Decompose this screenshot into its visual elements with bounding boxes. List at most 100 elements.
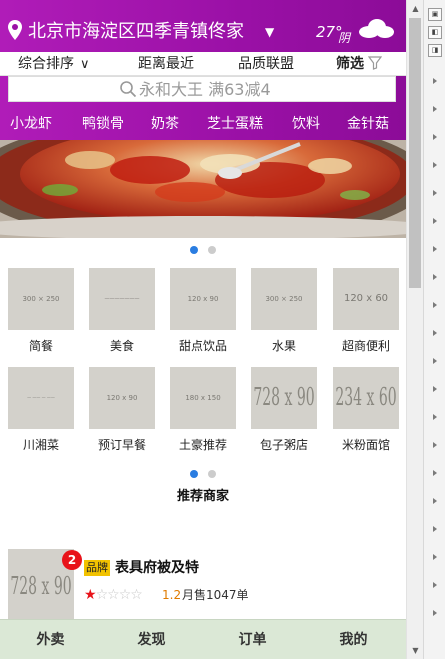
banner-food-illustration	[0, 140, 406, 238]
grid-item-food[interactable]: ——————— 美食	[89, 268, 155, 353]
grid-item-image: 120 x 60	[333, 268, 399, 330]
search-box[interactable]	[8, 76, 396, 102]
dock-left-icon[interactable]: ◧	[428, 26, 442, 39]
grid-item-buns-porridge[interactable]: 728 x 90 包子粥店	[251, 367, 317, 452]
sort-comprehensive-label: 综合排序	[18, 56, 74, 72]
expand-arrow-icon[interactable]	[433, 414, 437, 420]
expand-arrow-icon[interactable]	[433, 134, 437, 140]
expand-arrow-icon[interactable]	[433, 610, 437, 616]
grid-item-image: 234 x 60	[333, 367, 399, 429]
sort-comprehensive-button[interactable]: 综合排序 ∨	[18, 53, 90, 76]
grid-item-noodles[interactable]: 234 x 60 米粉面馆	[333, 367, 399, 452]
grid-dot-1[interactable]	[190, 470, 198, 478]
category-strip: 小龙虾 鸭锁骨 奶茶 芝士蛋糕 饮料 金针菇	[0, 112, 406, 138]
expand-arrow-icon[interactable]	[433, 554, 437, 560]
chevron-down-icon: ∨	[80, 57, 90, 72]
location-address[interactable]: 北京市海淀区四季青镇佟家	[28, 20, 244, 44]
grid-item-label: 超商便利	[341, 339, 390, 353]
quality-alliance-button[interactable]: 品质联盟	[238, 53, 294, 75]
search-input[interactable]	[139, 77, 389, 101]
location-dropdown-caret-icon[interactable]: ▼	[265, 22, 274, 42]
grid-item-fruit[interactable]: 300 × 250 水果	[251, 268, 317, 353]
grid-item-label: 米粉面馆	[341, 438, 390, 452]
grid-item-convenience[interactable]: 120 x 60 超商便利	[333, 268, 399, 353]
scroll-up-arrow-icon[interactable]: ▲	[407, 0, 424, 17]
cart-count-badge: 2	[62, 550, 82, 570]
grid-item-image: 180 x 150	[170, 367, 236, 429]
star-icon: ★	[84, 587, 97, 603]
scroll-down-arrow-icon[interactable]: ▼	[407, 642, 424, 659]
dock-right-icon[interactable]: ◨	[428, 44, 442, 57]
tab-discover[interactable]: 发现	[101, 620, 202, 659]
search-icon	[120, 81, 137, 98]
vertical-scrollbar[interactable]: ▲ ▼	[406, 0, 423, 659]
grid-item-image: 728 x 90	[251, 367, 317, 429]
star-rating: ★☆☆☆☆	[84, 587, 143, 603]
app-viewport: 北京市海淀区四季青镇佟家 ▼ 27° 阴 综合排序 ∨ 距离最近 品质联盟 筛选	[0, 0, 406, 659]
merchant-name[interactable]: 表具府被及特	[115, 558, 199, 578]
tab-takeout[interactable]: 外卖	[0, 620, 101, 659]
category-cheesecake[interactable]: 芝士蛋糕	[207, 112, 263, 136]
grid-item-label: 美食	[109, 339, 134, 353]
expand-arrow-icon[interactable]	[433, 330, 437, 336]
star-empty-icon: ☆	[130, 587, 143, 603]
expand-arrow-icon[interactable]	[433, 162, 437, 168]
expand-arrow-icon[interactable]	[433, 582, 437, 588]
expand-arrow-icon[interactable]	[433, 246, 437, 252]
expand-arrow-icon[interactable]	[433, 106, 437, 112]
panel-toggle-icon[interactable]: ▣	[428, 8, 442, 21]
banner-carousel-dots	[190, 246, 220, 256]
expand-arrow-icon[interactable]	[433, 302, 437, 308]
star-empty-icon: ☆	[118, 587, 132, 603]
expand-arrow-icon[interactable]	[433, 442, 437, 448]
grid-dot-2[interactable]	[208, 470, 216, 478]
header-bar: 北京市海淀区四季青镇佟家 ▼ 27° 阴	[0, 0, 406, 52]
expand-arrow-icon[interactable]	[433, 78, 437, 84]
sort-nearest-button[interactable]: 距离最近	[138, 53, 194, 75]
expand-arrow-icon[interactable]	[433, 218, 437, 224]
promo-banner-image[interactable]	[0, 140, 406, 238]
expand-arrow-icon[interactable]	[433, 470, 437, 476]
monthly-sales: 月售1047单	[182, 588, 249, 602]
grid-item-image: 120 x 90	[170, 268, 236, 330]
scrollbar-thumb[interactable]	[409, 18, 421, 288]
grid-item-sichuan-hunan[interactable]: — —— — —— 川湘菜	[8, 367, 74, 452]
grid-item-label: 预订早餐	[97, 438, 146, 452]
expand-arrow-icon[interactable]	[433, 358, 437, 364]
grid-item-label: 川湘菜	[22, 438, 59, 452]
grid-item-image: — —— — ——	[8, 367, 74, 429]
grid-item-label: 土豪推荐	[178, 438, 227, 452]
category-enoki[interactable]: 金针菇	[347, 112, 389, 136]
category-milk-tea[interactable]: 奶茶	[151, 112, 179, 136]
grid-carousel-dots	[190, 470, 220, 480]
grid-item-simple-meal[interactable]: 300 × 250 简餐	[8, 268, 74, 353]
grid-item-desserts[interactable]: 120 x 90 甜点饮品	[170, 268, 236, 353]
tab-profile[interactable]: 我的	[303, 620, 404, 659]
sort-nearest-label: 距离最近	[138, 56, 194, 72]
tab-orders[interactable]: 订单	[202, 620, 303, 659]
expand-arrow-icon[interactable]	[433, 190, 437, 196]
grid-item-label: 甜点饮品	[178, 339, 227, 353]
star-empty-icon: ☆	[95, 587, 109, 603]
bottom-tab-bar: 外卖 发现 订单 我的	[0, 619, 406, 659]
cloud-icon	[359, 19, 394, 38]
location-pin-icon[interactable]	[8, 20, 22, 40]
grid-item-image: ———————	[89, 268, 155, 330]
grid-item-image: 300 × 250	[8, 268, 74, 330]
expand-arrow-icon[interactable]	[433, 526, 437, 532]
filter-button[interactable]: 筛选	[336, 53, 382, 75]
quality-alliance-label: 品质联盟	[238, 56, 294, 72]
expand-arrow-icon[interactable]	[433, 498, 437, 504]
grid-item-premium[interactable]: 180 x 150 土豪推荐	[170, 367, 236, 452]
side-tool-strip: ▣ ◧ ◨	[423, 0, 445, 659]
category-crayfish[interactable]: 小龙虾	[10, 112, 52, 136]
grid-item-label: 水果	[271, 339, 296, 353]
carousel-dot-2[interactable]	[208, 246, 216, 254]
expand-arrow-icon[interactable]	[433, 274, 437, 280]
carousel-dot-1[interactable]	[190, 246, 198, 254]
category-drinks[interactable]: 饮料	[292, 112, 320, 136]
grid-item-breakfast[interactable]: 120 x 90 预订早餐	[89, 367, 155, 452]
category-duck-neck[interactable]: 鸭锁骨	[82, 112, 124, 136]
weather-description: 阴	[338, 31, 351, 45]
expand-arrow-icon[interactable]	[433, 386, 437, 392]
